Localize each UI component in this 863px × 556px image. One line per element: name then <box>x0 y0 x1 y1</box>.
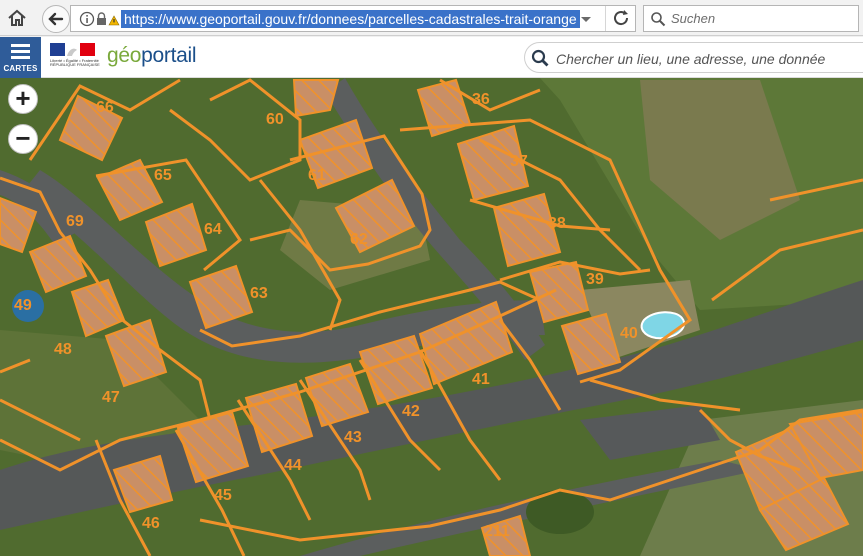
geoportail-logo[interactable]: géoportail <box>107 44 197 68</box>
parcel-number: 36 <box>472 91 490 108</box>
parcel-number: 60 <box>266 111 284 128</box>
parcel-number: 44 <box>284 457 302 474</box>
cartes-menu-button[interactable]: CARTES <box>0 37 41 78</box>
place-search-field[interactable]: Chercher un lieu, une adresse, une donné… <box>524 42 863 73</box>
home-icon[interactable] <box>6 8 28 28</box>
site-header: CARTES Liberté • Égalité • Fraternité RÉ… <box>0 37 863 78</box>
map-view[interactable]: 36 37 38 39 40 41 42 43 44 45 46 47 48 4… <box>0 78 863 556</box>
search-icon <box>531 49 549 67</box>
zoom-out-button[interactable]: − <box>8 124 38 154</box>
parcel-number: 65 <box>154 167 172 184</box>
brand-prefix: géo <box>107 44 142 67</box>
parcel-number: 62 <box>350 231 368 248</box>
search-icon <box>651 12 666 27</box>
parcel-number: 41 <box>472 371 490 388</box>
parcel-number: 38 <box>548 215 566 232</box>
browser-toolbar: https://www.geoportail.gouv.fr/donnees/p… <box>0 0 863 36</box>
parcel-number: 37 <box>510 153 528 170</box>
back-arrow-icon <box>48 12 64 26</box>
brand-suffix: portail <box>141 44 197 67</box>
parcel-number: 64 <box>204 221 222 238</box>
cartes-label: CARTES <box>3 64 38 73</box>
info-icon[interactable] <box>79 11 95 27</box>
browser-search-placeholder: Suchen <box>671 11 716 26</box>
parcel-number: 42 <box>402 403 420 420</box>
republique-francaise-logo[interactable]: Liberté • Égalité • Fraternité RÉPUBLIQU… <box>50 41 100 73</box>
parcel-number: 63 <box>250 285 268 302</box>
url-text[interactable]: https://www.geoportail.gouv.fr/donnees/p… <box>121 10 580 28</box>
parcel-number: 43 <box>344 429 362 446</box>
plus-icon: + <box>15 83 31 113</box>
lock-icon[interactable] <box>97 12 106 25</box>
minus-icon: − <box>15 123 31 153</box>
url-bar[interactable]: https://www.geoportail.gouv.fr/donnees/p… <box>70 5 636 32</box>
chevron-down-icon[interactable] <box>578 11 594 27</box>
back-button[interactable] <box>42 5 70 33</box>
parcel-number: 66 <box>96 99 114 116</box>
reload-button[interactable] <box>605 6 636 31</box>
republique-francaise-text: Liberté • Égalité • Fraternité RÉPUBLIQU… <box>50 58 100 67</box>
parcel-number: 47 <box>102 389 120 406</box>
parcel-number: 69 <box>66 213 84 230</box>
marianne-logo-icon <box>50 43 95 56</box>
browser-search-field[interactable]: Suchen <box>643 5 859 32</box>
parcel-number: 40 <box>620 325 638 342</box>
zoom-in-button[interactable]: + <box>8 84 38 114</box>
parcel-number: 45 <box>214 487 232 504</box>
parcel-number: 46 <box>142 515 160 532</box>
parcel-number: 211 <box>484 523 510 540</box>
hamburger-icon <box>11 44 30 59</box>
aerial-imagery: 36 37 38 39 40 41 42 43 44 45 46 47 48 4… <box>0 78 863 556</box>
warning-icon <box>108 15 120 26</box>
reload-icon <box>614 10 629 26</box>
place-search-placeholder: Chercher un lieu, une adresse, une donné… <box>556 51 826 67</box>
parcel-number: 61 <box>308 167 326 184</box>
parcel-number: 48 <box>54 341 72 358</box>
parcel-number: 49 <box>14 297 32 314</box>
parcel-number: 39 <box>586 271 604 288</box>
